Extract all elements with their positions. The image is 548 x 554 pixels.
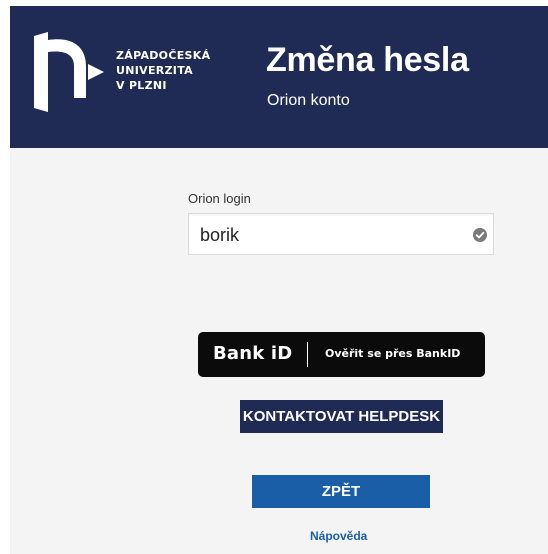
contact-helpdesk-button[interactable]: KONTAKTOVAT HELPDESK	[240, 400, 443, 433]
bankid-button[interactable]: Bank iD Ověřit se přes BankID	[198, 332, 485, 377]
university-name: ZÁPADOČESKÁ UNIVERZITA V PLZNI	[116, 48, 210, 93]
page-subtitle: Orion konto	[267, 92, 350, 109]
university-name-line: ZÁPADOČESKÁ	[116, 49, 211, 62]
page-title: Změna hesla	[266, 41, 469, 79]
login-field[interactable]: borik	[188, 213, 494, 255]
page-header: ZÁPADOČESKÁ UNIVERZITA V PLZNI Změna hes…	[10, 6, 548, 148]
university-name-line: V PLZNI	[116, 79, 167, 92]
bankid-button-label: Ověřit se přes BankID	[325, 347, 461, 360]
back-button[interactable]: ZPĚT	[252, 475, 430, 508]
bankid-logo: Bank iD	[213, 343, 293, 364]
login-field-value[interactable]: borik	[200, 225, 239, 246]
check-circle-icon	[473, 228, 487, 242]
login-field-label: Orion login	[188, 191, 251, 206]
zcu-logo-icon	[34, 32, 104, 112]
bankid-divider	[307, 342, 308, 367]
university-name-line: UNIVERZITA	[116, 64, 193, 77]
help-link[interactable]: Nápověda	[310, 529, 367, 543]
